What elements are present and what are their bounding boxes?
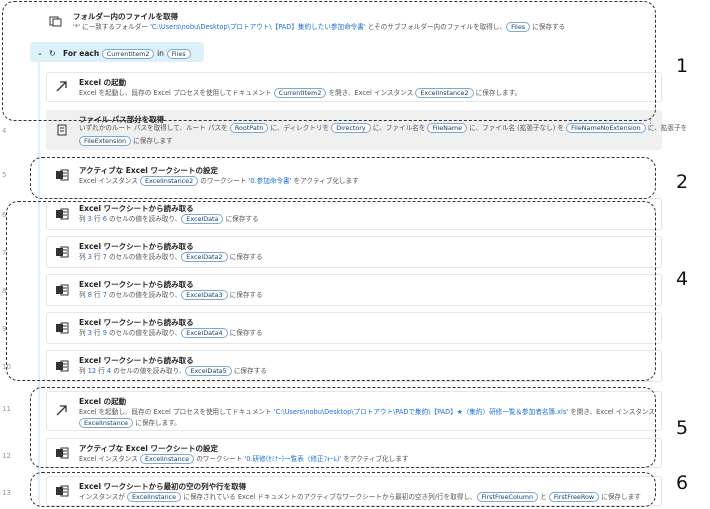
variable-chip: FirstFreeColumn (476, 492, 539, 502)
variable-chip: ExcelInstance2 (415, 88, 474, 98)
file-path-icon (55, 124, 69, 136)
action-title: Excel ワークシートから読み取る (79, 204, 194, 213)
action-description: いずれかのルート パスを取得して、ルート パスを RootPath に、ディレク… (79, 123, 688, 133)
action-get-files[interactable]: フォルダー内のファイルを取得 '*' に一致するフォルダー 'C:\Users\… (40, 6, 662, 36)
action-title: フォルダー内のファイルを取得 (73, 12, 178, 21)
action-title: アクティブな Excel ワークシートの設定 (79, 166, 218, 175)
variable-chip: ExcelData2 (181, 252, 228, 262)
excel-sheet-icon (55, 447, 69, 459)
action-activate-sheet[interactable]: アクティブな Excel ワークシートの設定 Excel インスタンス Exce… (46, 160, 662, 190)
action-title: Excel の起動 (79, 78, 127, 87)
variable-chip: FirstFreeRow (548, 492, 600, 502)
action-activate-sheet[interactable]: アクティブな Excel ワークシートの設定 Excel インスタンス Exce… (46, 438, 662, 468)
loop-connector (38, 60, 40, 505)
line-number: 6 (2, 211, 7, 219)
variable-chip: Files (166, 49, 191, 59)
more-options-icon[interactable]: ⋮ (646, 119, 655, 129)
line-number: 8 (2, 287, 7, 295)
action-title: Excel ワークシートから読み取る (79, 280, 194, 289)
line-number: 4 (2, 127, 7, 135)
excel-sheet-icon (55, 485, 69, 497)
group-label: 6 (676, 472, 689, 494)
group-label: 5 (676, 417, 689, 439)
action-description: 列 3 行 6 のセルの値を読み取り、 ExcelData に保存する (79, 214, 259, 224)
chevron-down-icon[interactable]: ⌄ (37, 49, 43, 57)
line-number: 12 (2, 452, 11, 460)
action-read-excel[interactable]: Excel ワークシートから読み取る 列 3 行 7 のセルの値を読み取り、 Ex… (46, 236, 662, 268)
action-description: Excel インスタンス ExcelInstance2 のワークシート '0.参… (79, 176, 359, 186)
action-excel-launch[interactable]: Excel の起動 Excel を起動し、既存の Excel プロセスを使用して… (46, 391, 662, 431)
action-description: 列 3 行 9 のセルの値を読み取り、 ExcelData4 に保存する (79, 328, 263, 338)
action-read-excel[interactable]: Excel ワークシートから読み取る 列 3 行 6 のセルの値を読み取り、 Ex… (46, 198, 662, 230)
variable-chip: ExcelData3 (181, 290, 228, 300)
variable-chip: FileExtension (79, 136, 132, 146)
action-description: 列 3 行 7 のセルの値を読み取り、 ExcelData2 に保存する (79, 252, 263, 262)
variable-chip: RootPath (229, 123, 269, 133)
group-label: 1 (676, 55, 689, 77)
action-description-line2: ExcelInstance に保存します。 (79, 418, 181, 429)
action-title: Excel ワークシートから読み取る (79, 318, 194, 327)
variable-chip: FileNameNoExtension (566, 123, 646, 133)
variable-chip: Files (506, 22, 531, 32)
action-title: Excel ワークシートから読み取る (79, 242, 194, 251)
line-number: 10 (2, 363, 11, 371)
line-number: 11 (2, 405, 11, 413)
action-title: Excel ワークシートから最初の空の列や行を取得 (79, 482, 247, 491)
variable-chip: ExcelInstance2 (139, 176, 199, 186)
excel-sheet-icon (55, 169, 69, 181)
action-description: '*' に一致するフォルダー 'C:\Users\nobu\Desktop\プロ… (73, 22, 566, 32)
variable-chip: CurrentItem2 (273, 88, 327, 98)
action-read-excel[interactable]: Excel ワークシートから読み取る 列 12 行 4 のセルの値を読み取り、 E… (46, 350, 662, 382)
action-title: アクティブな Excel ワークシートの設定 (79, 444, 218, 453)
variable-chip: ExcelData (181, 214, 224, 224)
variable-chip: ExcelInstance (79, 418, 134, 428)
foreach-line: For each CurrentItem2 in Files (63, 49, 191, 59)
action-description: Excel インスタンス ExcelInstance のワークシート '0.研修… (79, 454, 409, 464)
action-description: Excel を起動し、既存の Excel プロセスを使用してドキュメント 'C:… (79, 408, 655, 416)
action-excel-launch[interactable]: Excel の起動 Excel を起動し、既存の Excel プロセスを使用して… (46, 72, 662, 102)
excel-launch-icon (55, 81, 69, 93)
excel-sheet-icon (55, 322, 69, 334)
action-title: Excel ワークシートから読み取る (79, 356, 194, 365)
action-first-free[interactable]: Excel ワークシートから最初の空の列や行を取得 インスタンスが ExcelI… (46, 476, 662, 506)
loop-icon: ↻ (49, 49, 56, 58)
action-foreach[interactable]: ⌄ ↻ For each CurrentItem2 in Files (30, 42, 204, 62)
action-read-excel[interactable]: Excel ワークシートから読み取る 列 3 行 9 のセルの値を読み取り、 Ex… (46, 312, 662, 344)
excel-sheet-icon (55, 284, 69, 296)
line-number: 7 (2, 249, 7, 257)
action-get-file-path[interactable]: ファイル パス部分を取得 いずれかのルート パスを取得して、ルート パスを Ro… (46, 110, 687, 150)
line-number: 13 (2, 489, 11, 497)
variable-chip: ExcelData5 (185, 366, 232, 376)
action-description: 列 8 行 7 のセルの値を読み取り、 ExcelData3 に保存する (79, 290, 263, 300)
group-label: 4 (676, 268, 689, 290)
variable-chip: ExcelInstance (127, 492, 182, 502)
action-title: Excel の起動 (79, 397, 127, 406)
variable-chip: ExcelInstance (139, 454, 195, 464)
variable-chip: FileName (427, 123, 468, 133)
action-description: 列 12 行 4 のセルの値を読み取り、 ExcelData5 に保存する (79, 366, 267, 376)
group-label: 2 (676, 171, 689, 193)
action-read-excel[interactable]: Excel ワークシートから読み取る 列 8 行 7 のセルの値を読み取り、 Ex… (46, 274, 662, 306)
folder-files-icon (49, 15, 63, 27)
variable-chip: CurrentItem2 (101, 49, 155, 59)
action-description: インスタンスが ExcelInstance に保存されている Excel ドキュ… (79, 492, 641, 502)
excel-launch-icon (55, 405, 69, 417)
excel-sheet-icon (55, 246, 69, 258)
excel-sheet-icon (55, 208, 69, 220)
action-description: Excel を起動し、既存の Excel プロセスを使用してドキュメント Cur… (79, 88, 522, 98)
excel-sheet-icon (55, 360, 69, 372)
variable-chip: Directory (331, 123, 371, 133)
line-number: 9 (2, 325, 7, 333)
line-number: 5 (2, 171, 7, 179)
variable-chip: ExcelData4 (181, 328, 228, 338)
flow-canvas: 4 5 6 7 8 9 10 11 12 13 フォルダー内のファイルを取得 '… (0, 0, 710, 509)
action-description-line2: FileExtension に保存します (79, 136, 173, 147)
